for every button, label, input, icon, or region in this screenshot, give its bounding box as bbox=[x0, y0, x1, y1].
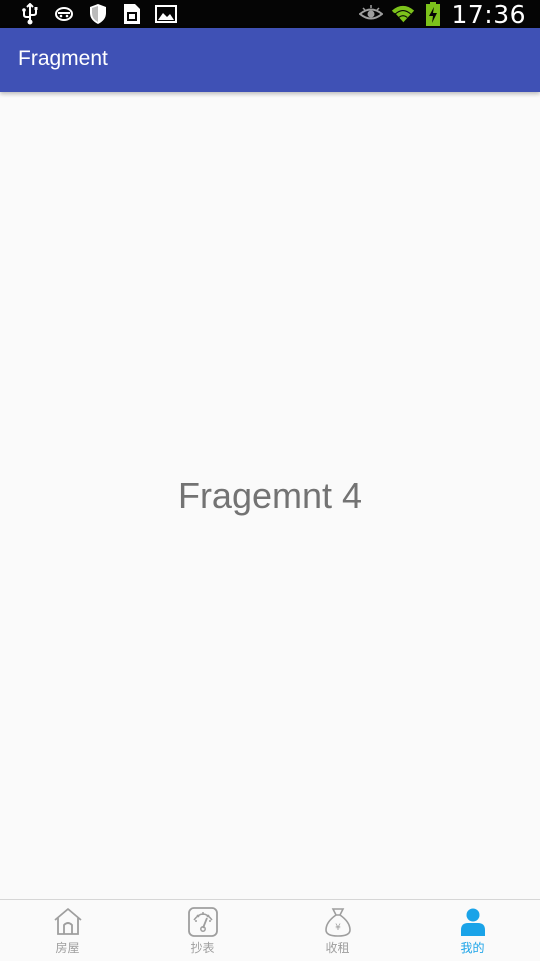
app-title: Fragment bbox=[18, 47, 108, 70]
wifi-icon bbox=[391, 3, 415, 25]
image-icon bbox=[154, 3, 178, 25]
nav-label-house: 房屋 bbox=[55, 941, 80, 955]
bottom-navigation: 房屋 抄表 ¥ 收租 我的 bbox=[0, 899, 540, 961]
status-time: 17:36 bbox=[451, 0, 526, 29]
nav-item-mine[interactable]: 我的 bbox=[405, 900, 540, 961]
fragment-container: Fragemnt 4 bbox=[0, 92, 540, 899]
nav-label-rent: 收租 bbox=[325, 941, 350, 955]
meter-icon bbox=[187, 906, 219, 938]
usb-icon bbox=[18, 3, 42, 25]
house-icon bbox=[52, 906, 84, 938]
person-icon bbox=[457, 906, 489, 938]
sim-icon bbox=[120, 3, 144, 25]
money-bag-icon: ¥ bbox=[322, 906, 354, 938]
battery-charging-icon bbox=[423, 2, 443, 26]
game-icon bbox=[52, 3, 76, 25]
nav-item-house[interactable]: 房屋 bbox=[0, 900, 135, 961]
app-bar: Fragment bbox=[0, 28, 540, 92]
eye-icon bbox=[359, 3, 384, 25]
nav-item-meter[interactable]: 抄表 bbox=[135, 900, 270, 961]
status-bar: 17:36 bbox=[0, 0, 540, 29]
nav-item-rent[interactable]: ¥ 收租 bbox=[270, 900, 405, 961]
shield-icon bbox=[86, 3, 110, 25]
fragment-text: Fragemnt 4 bbox=[177, 475, 363, 516]
nav-label-mine: 我的 bbox=[460, 941, 485, 955]
nav-label-meter: 抄表 bbox=[190, 941, 215, 955]
svg-text:¥: ¥ bbox=[335, 923, 341, 933]
